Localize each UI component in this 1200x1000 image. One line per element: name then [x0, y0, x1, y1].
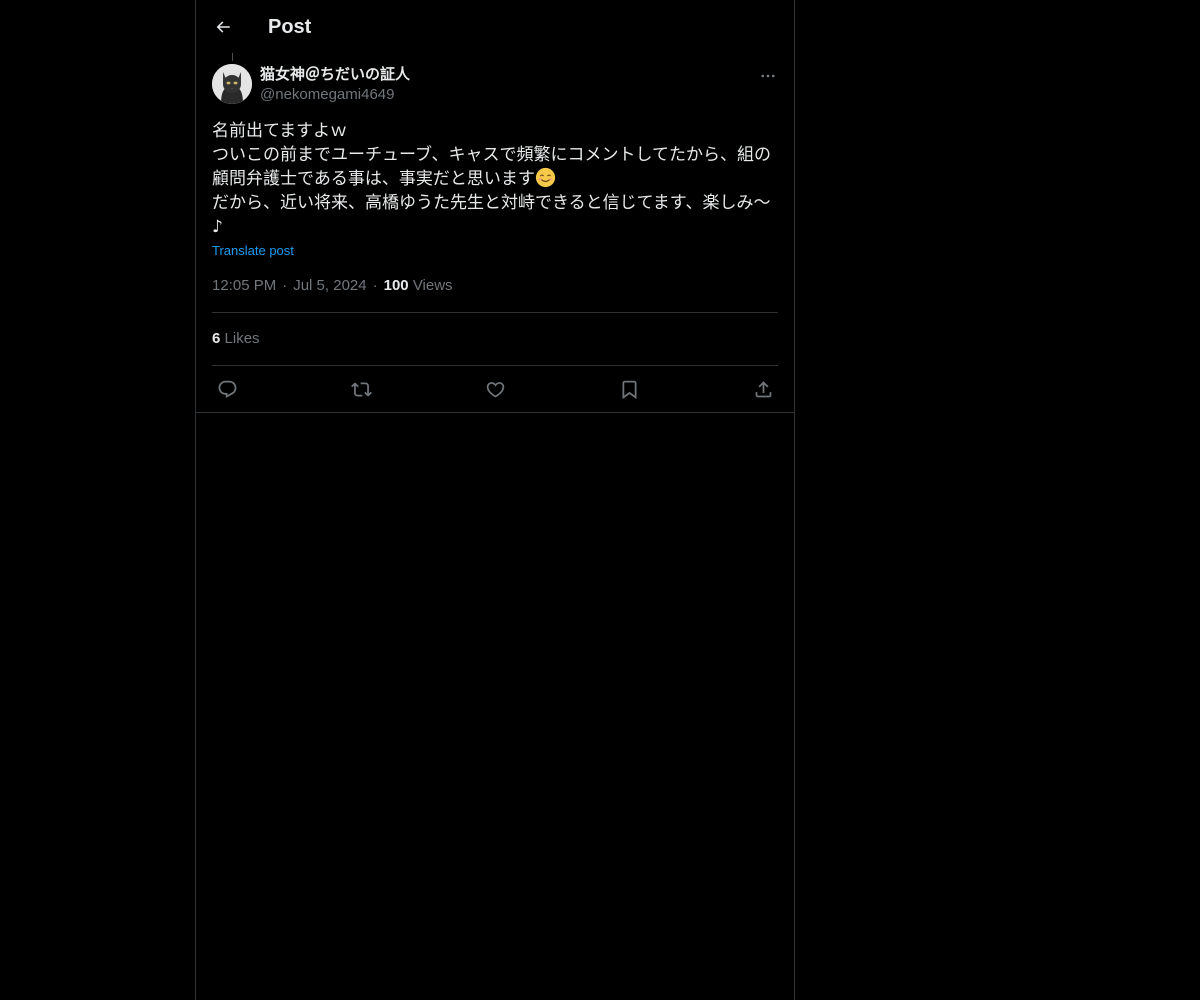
reply-button[interactable]: [212, 374, 242, 404]
likes-label: Likes: [224, 330, 260, 347]
meta-separator: ·: [372, 277, 378, 294]
post-detail-column: Post 猫女神＠ちだいの証人 @nekomegami4649 名前出てますよｗ…: [195, 0, 795, 1000]
post-bottom-border: [196, 412, 794, 413]
cat-avatar-icon: [212, 64, 252, 104]
more-options-button[interactable]: [756, 64, 780, 88]
like-button[interactable]: [480, 374, 510, 404]
more-dots-icon: [761, 74, 775, 78]
bookmark-icon: [622, 380, 636, 399]
share-button[interactable]: [748, 374, 778, 404]
views-label: Views: [412, 277, 453, 294]
post-body: 名前出てますよｗ ついこの前までユーチューブ、キャスで頻繁にコメントしてたから、…: [212, 119, 778, 239]
post-date[interactable]: Jul 5, 2024: [293, 277, 366, 294]
author-display-name[interactable]: 猫女神＠ちだいの証人: [260, 65, 410, 85]
share-icon: [755, 380, 771, 397]
post-metadata: 12:05 PM · Jul 5, 2024 · 100 Views: [212, 276, 453, 296]
post-time[interactable]: 12:05 PM: [212, 277, 276, 294]
page-header: Post: [196, 0, 794, 53]
repost-button[interactable]: [346, 374, 376, 404]
repost-icon: [350, 381, 372, 397]
arrow-left-icon: [216, 21, 230, 33]
reply-icon: [218, 380, 236, 398]
likes-link[interactable]: 6 Likes: [212, 329, 260, 349]
meta-separator: ·: [282, 277, 288, 294]
action-bar: [212, 366, 778, 412]
post-line-2: ついこの前までユーチューブ、キャスで頻繁にコメントしてたから、組の顧問弁護士であ…: [212, 145, 771, 189]
post-line-3: だから、近い将来、高橋ゆうた先生と対峙できると信じてます、楽しみ〜♪: [212, 193, 771, 237]
page-title: Post: [268, 16, 312, 38]
translate-post-link[interactable]: Translate post: [212, 241, 294, 261]
likes-count: 6: [212, 330, 221, 347]
views-count: 100: [383, 277, 409, 294]
smiling-face-emoji-icon: [535, 167, 555, 188]
post-line-1: 名前出てますよｗ: [212, 121, 348, 141]
thread-connector-line: [232, 53, 233, 61]
avatar[interactable]: [212, 64, 252, 104]
divider: [212, 312, 778, 313]
back-button[interactable]: [210, 12, 236, 42]
bookmark-button[interactable]: [614, 374, 644, 404]
heart-icon: [486, 381, 504, 398]
author-handle[interactable]: @nekomegami4649: [260, 85, 394, 105]
